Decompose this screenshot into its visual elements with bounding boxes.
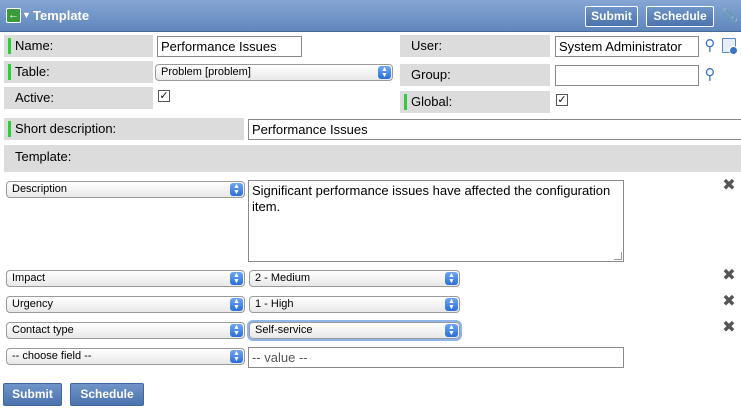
group-label: Group: xyxy=(400,64,550,86)
template-field-value: Description xyxy=(12,183,68,195)
template-field-select[interactable]: Description ▲ ▼ xyxy=(6,181,245,198)
group-field[interactable] xyxy=(555,65,699,86)
table-select[interactable]: Problem [problem] ▲ ▼ xyxy=(155,64,393,81)
short-description-field[interactable]: Performance Issues xyxy=(248,119,741,140)
description-value-text: Significant performance issues have affe… xyxy=(252,183,611,214)
description-value-textarea[interactable]: Significant performance issues have affe… xyxy=(248,180,624,262)
select-arrows-icon: ▲ ▼ xyxy=(230,298,243,311)
select-arrows-icon: ▲ ▼ xyxy=(445,298,458,311)
user-field[interactable]: System Administrator xyxy=(555,36,699,57)
short-description-label: Short description: xyxy=(4,118,244,140)
remove-row-close-icon[interactable]: ✖ xyxy=(722,178,736,194)
template-field-select[interactable]: Impact ▲ ▼ xyxy=(6,270,245,287)
select-arrows-icon: ▲ ▼ xyxy=(230,183,243,196)
select-arrows-icon: ▲ ▼ xyxy=(445,272,458,285)
chevron-down-icon[interactable]: ▼ xyxy=(22,8,31,23)
select-arrows-icon: ▲ ▼ xyxy=(230,272,243,285)
new-value-input[interactable]: -- value -- xyxy=(248,347,624,368)
form-header: ← ▼ Template Submit Schedule 📎 xyxy=(0,0,741,32)
resize-grip-icon[interactable] xyxy=(614,252,622,260)
user-reference-icon[interactable] xyxy=(722,38,738,55)
impact-value-select[interactable]: 2 - Medium ▲ ▼ xyxy=(249,270,460,287)
remove-row-close-icon[interactable]: ✖ xyxy=(722,320,736,336)
global-label: Global: xyxy=(400,91,550,113)
user-label: User: xyxy=(400,35,550,57)
user-lookup-search-icon[interactable]: ⚲ xyxy=(702,38,718,54)
active-checkbox[interactable]: ✓ xyxy=(158,90,170,102)
page-title: Template xyxy=(33,8,90,23)
template-field-select[interactable]: Urgency ▲ ▼ xyxy=(6,296,245,313)
name-field[interactable]: Performance Issues xyxy=(157,36,302,57)
active-label: Active: xyxy=(4,87,153,109)
template-section-label: Template: xyxy=(4,145,741,172)
choose-field-placeholder: -- choose field -- xyxy=(12,350,92,362)
urgency-value: 1 - High xyxy=(255,298,294,310)
header-submit-button[interactable]: Submit xyxy=(585,6,638,27)
urgency-value-select[interactable]: 1 - High ▲ ▼ xyxy=(249,296,460,313)
name-label: Name: xyxy=(4,35,153,57)
template-field-value: Impact xyxy=(12,272,46,284)
group-lookup-search-icon[interactable]: ⚲ xyxy=(702,67,718,83)
contact-type-value-select[interactable]: Self-service ▲ ▼ xyxy=(249,322,460,339)
template-field-value: Urgency xyxy=(12,298,53,310)
remove-row-close-icon[interactable]: ✖ xyxy=(722,268,736,284)
contact-type-value: Self-service xyxy=(255,324,313,336)
choose-field-select[interactable]: -- choose field -- ▲ ▼ xyxy=(6,348,245,365)
select-arrows-icon: ▲ ▼ xyxy=(378,66,391,79)
back-arrow-icon[interactable]: ← xyxy=(6,8,21,23)
remove-row-close-icon[interactable]: ✖ xyxy=(722,294,736,310)
global-checkbox[interactable]: ✓ xyxy=(556,94,568,106)
select-arrows-icon: ▲ ▼ xyxy=(230,324,243,337)
template-field-select[interactable]: Contact type ▲ ▼ xyxy=(6,322,245,339)
paperclip-icon[interactable]: 📎 xyxy=(722,9,738,23)
header-schedule-button[interactable]: Schedule xyxy=(646,6,714,27)
footer-submit-button[interactable]: Submit xyxy=(3,383,62,406)
select-arrows-icon: ▲ ▼ xyxy=(230,350,243,363)
footer-schedule-button[interactable]: Schedule xyxy=(70,383,144,406)
table-select-value: Problem [problem] xyxy=(161,66,251,78)
table-label: Table: xyxy=(4,61,153,83)
template-field-value: Contact type xyxy=(12,324,74,336)
select-arrows-icon: ▲ ▼ xyxy=(445,324,458,337)
impact-value: 2 - Medium xyxy=(255,272,311,284)
